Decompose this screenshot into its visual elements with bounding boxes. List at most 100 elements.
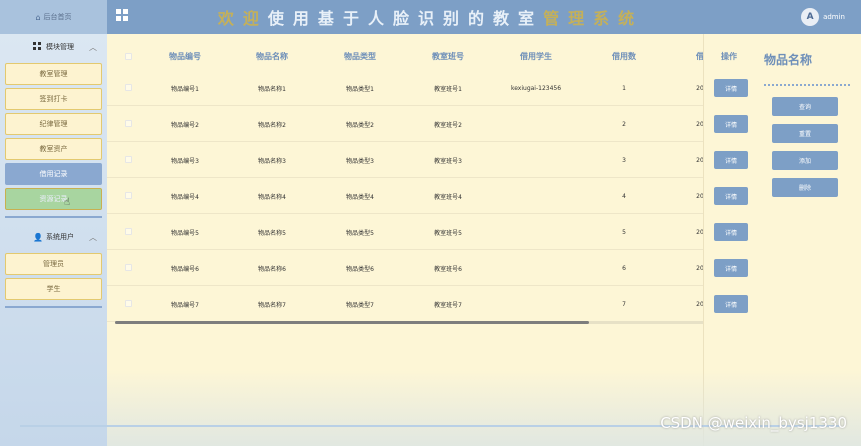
cell-item-no: 物品编号1 — [171, 85, 199, 93]
watermark: CSDN @weixin_bysj1330 — [660, 414, 847, 432]
col-item-no[interactable]: 物品编号 — [169, 42, 201, 70]
detail-button[interactable]: 详情 — [714, 187, 748, 205]
col-borrow-count[interactable]: 借用数 — [612, 42, 636, 70]
sidebar-item-student[interactable]: 学生 — [5, 278, 102, 300]
title-char: 欢 — [217, 9, 243, 28]
cell-borrower: kexiugai-123456 — [510, 84, 562, 92]
sidebar-item-label: 纪律管理 — [39, 120, 68, 128]
search-button[interactable]: 查询 — [772, 97, 838, 116]
cell-item-name: 物品名称1 — [258, 85, 286, 93]
reset-button[interactable]: 重置 — [772, 124, 838, 143]
detail-button[interactable]: 详情 — [714, 295, 748, 313]
cell-class-no: 教室班号1 — [434, 85, 462, 93]
title-char: 于 — [342, 9, 368, 28]
cell-count: 3 — [622, 156, 626, 164]
title-char: 的 — [468, 9, 494, 28]
sidebar-item-label: 签到打卡 — [39, 95, 68, 103]
cell-item-no: 物品编号7 — [171, 301, 199, 309]
row-checkbox[interactable] — [125, 84, 132, 91]
cell-item-type: 物品类型4 — [346, 193, 374, 201]
col-item-type[interactable]: 物品类型 — [344, 42, 376, 70]
cell-count: 2 — [622, 120, 626, 128]
row-checkbox[interactable] — [125, 300, 132, 307]
sidebar-group-modules[interactable]: 模块管理 ︿ — [0, 34, 107, 60]
cell-item-no: 物品编号2 — [171, 121, 199, 129]
cell-item-name: 物品名称2 — [258, 121, 286, 129]
sidebar-group-label: 模块管理 — [46, 43, 74, 51]
cell-item-type: 物品类型7 — [346, 301, 374, 309]
bottom-area — [107, 370, 861, 446]
detail-button[interactable]: 详情 — [714, 223, 748, 241]
sidebar-item-admin[interactable]: 管理员 — [5, 253, 102, 275]
title-char: 识 — [417, 9, 443, 28]
scrollbar-thumb[interactable] — [115, 321, 589, 324]
detail-button[interactable]: 详情 — [714, 79, 748, 97]
table-row[interactable]: 物品编号1 物品名称1 物品类型1 教室班号1 kexiugai-123456 1 20 — [107, 70, 704, 106]
sidebar-item-resource-records[interactable]: 资源记录 ☝ — [5, 188, 102, 210]
table-row[interactable]: 物品编号2 物品名称2 物品类型2 教室班号2 2 20 — [107, 106, 704, 142]
horizontal-scrollbar[interactable] — [115, 321, 704, 324]
delete-button[interactable]: 删除 — [772, 178, 838, 197]
cell-item-type: 物品类型2 — [346, 121, 374, 129]
select-all-checkbox[interactable] — [125, 53, 132, 60]
chevron-up-icon: ︿ — [89, 42, 97, 52]
cell-item-no: 物品编号6 — [171, 265, 199, 273]
cell-class-no: 教室班号7 — [434, 301, 462, 309]
col-action: 操作 — [721, 51, 737, 61]
divider — [5, 216, 102, 218]
sidebar-item-label: 借用记录 — [39, 170, 68, 178]
detail-button[interactable]: 详情 — [714, 115, 748, 133]
title-char: 统 — [618, 9, 644, 28]
table-row[interactable]: 物品编号4 物品名称4 物品类型4 教室班号4 4 20 — [107, 178, 704, 214]
grid-icon — [33, 42, 41, 52]
cell-item-name: 物品名称7 — [258, 301, 286, 309]
hand-cursor-icon: ☝ — [64, 197, 71, 208]
cell-count: 1 — [622, 84, 626, 92]
title-char: 脸 — [392, 9, 418, 28]
user-menu[interactable]: A admin — [801, 8, 845, 26]
row-checkbox[interactable] — [125, 156, 132, 163]
row-checkbox[interactable] — [125, 120, 132, 127]
sidebar-item-borrow-records[interactable]: 借用记录 — [5, 163, 102, 185]
search-input[interactable] — [764, 84, 850, 86]
sidebar-item-classroom[interactable]: 教室管理 — [5, 63, 102, 85]
cell-item-no: 物品编号5 — [171, 229, 199, 237]
sidebar-item-label: 学生 — [46, 285, 61, 293]
sidebar-item-assets[interactable]: 教室资产 — [5, 138, 102, 160]
title-char: 教 — [493, 9, 519, 28]
chevron-up-icon: ︿ — [89, 232, 97, 242]
title-char: 基 — [317, 9, 343, 28]
title-char: 用 — [292, 9, 318, 28]
cell-count: 6 — [622, 264, 626, 272]
system-title: 欢迎使用基于人脸识别的教室管理系统 — [0, 5, 861, 29]
detail-button[interactable]: 详情 — [714, 151, 748, 169]
sidebar-item-discipline[interactable]: 纪律管理 — [5, 113, 102, 135]
table-header: 物品编号 物品名称 物品类型 教室班号 借用学生 借用数 借 — [107, 42, 704, 70]
cell-item-no: 物品编号4 — [171, 193, 199, 201]
data-table: 物品编号 物品名称 物品类型 教室班号 借用学生 借用数 借 物品编号1 物品名称… — [107, 34, 704, 334]
table-row[interactable]: 物品编号6 物品名称6 物品类型6 教室班号6 6 20 — [107, 250, 704, 286]
col-class-no[interactable]: 教室班号 — [432, 42, 464, 70]
table-row[interactable]: 物品编号5 物品名称5 物品类型5 教室班号5 5 20 — [107, 214, 704, 250]
cell-item-name: 物品名称4 — [258, 193, 286, 201]
col-borrower[interactable]: 借用学生 — [520, 42, 552, 70]
cell-item-name: 物品名称6 — [258, 265, 286, 273]
row-checkbox[interactable] — [125, 264, 132, 271]
add-button[interactable]: 添加 — [772, 151, 838, 170]
cell-item-no: 物品编号3 — [171, 157, 199, 165]
sidebar-group-users[interactable]: 👤 系统用户 ︿ — [0, 224, 107, 250]
col-item-name[interactable]: 物品名称 — [256, 42, 288, 70]
row-checkbox[interactable] — [125, 192, 132, 199]
cell-class-no: 教室班号4 — [434, 193, 462, 201]
title-char: 人 — [367, 9, 393, 28]
cell-item-name: 物品名称3 — [258, 157, 286, 165]
title-char: 使 — [267, 9, 293, 28]
cell-item-type: 物品类型6 — [346, 265, 374, 273]
sidebar-item-checkin[interactable]: 签到打卡 — [5, 88, 102, 110]
person-icon: 👤 — [33, 232, 43, 242]
cell-count: 7 — [622, 300, 626, 308]
table-row[interactable]: 物品编号7 物品名称7 物品类型7 教室班号7 7 20 — [107, 286, 704, 322]
table-row[interactable]: 物品编号3 物品名称3 物品类型3 教室班号3 3 20 — [107, 142, 704, 178]
row-checkbox[interactable] — [125, 228, 132, 235]
detail-button[interactable]: 详情 — [714, 259, 748, 277]
